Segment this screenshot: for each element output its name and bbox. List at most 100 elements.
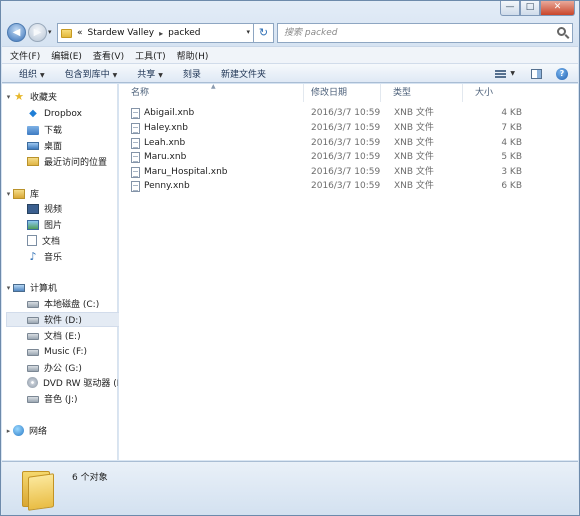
column-header-size[interactable]: 大小	[463, 84, 523, 102]
recent-places-icon	[27, 157, 39, 166]
menu-tools[interactable]: 工具(T)	[135, 49, 166, 62]
chevron-down-icon[interactable]: ▾	[4, 190, 13, 198]
file-name: Abigail.xnb	[144, 108, 195, 118]
window-controls: — □ ✕	[500, 1, 575, 16]
file-name: Penny.xnb	[144, 181, 190, 191]
address-row: ◀ ▶ ▾ « Stardew Valley ▸ packed ▾ ↻ 搜索 p…	[7, 21, 577, 45]
file-size: 4 KB	[501, 108, 522, 118]
file-size: 3 KB	[501, 167, 522, 177]
file-date: 2016/3/7 10:59	[311, 167, 381, 177]
include-in-library-button[interactable]: 包含到库中 ▼	[65, 67, 118, 80]
menu-file[interactable]: 文件(F)	[10, 49, 40, 62]
sidebar-group-favorites[interactable]: ▾ ★ 收藏夹	[4, 89, 120, 104]
file-name: Maru.xnb	[144, 152, 187, 162]
table-row[interactable]: Maru_Hospital.xnb 2016/3/7 10:59 XNB 文件 …	[119, 165, 539, 180]
close-button[interactable]: ✕	[540, 1, 575, 16]
chevron-down-icon[interactable]: ▾	[4, 284, 13, 292]
file-date: 2016/3/7 10:59	[311, 152, 381, 162]
breadcrumb-stardew-valley[interactable]: Stardew Valley	[88, 28, 155, 38]
file-date: 2016/3/7 10:59	[311, 138, 381, 148]
video-library-icon	[27, 203, 39, 214]
sidebar-group-libraries[interactable]: ▾ 库	[4, 186, 120, 201]
new-folder-button[interactable]: 新建文件夹	[221, 67, 266, 80]
hard-drive-icon	[27, 333, 39, 340]
document-library-icon	[27, 235, 37, 246]
details-pane: 6 个对象	[2, 461, 578, 515]
menu-edit[interactable]: 编辑(E)	[51, 49, 82, 62]
menu-view[interactable]: 查看(V)	[93, 49, 124, 62]
file-name: Maru_Hospital.xnb	[144, 167, 228, 177]
hard-drive-icon	[27, 317, 39, 324]
address-dropdown-icon[interactable]: ▾	[246, 28, 250, 36]
refresh-button[interactable]: ↻	[254, 23, 274, 43]
sidebar-group-computer[interactable]: ▾ 计算机	[4, 280, 120, 295]
file-name: Haley.xnb	[144, 123, 188, 133]
hard-drive-icon	[27, 396, 39, 403]
share-button[interactable]: 共享 ▼	[137, 67, 163, 80]
file-type: XNB 文件	[394, 152, 434, 162]
view-dropdown-icon[interactable]: ▼	[510, 70, 515, 77]
file-date: 2016/3/7 10:59	[311, 123, 381, 133]
file-type: XNB 文件	[394, 108, 434, 118]
file-type: XNB 文件	[394, 167, 434, 177]
file-icon	[131, 138, 140, 149]
file-icon	[131, 181, 140, 192]
file-size: 4 KB	[501, 138, 522, 148]
downloads-folder-icon	[27, 125, 39, 135]
breadcrumb-packed[interactable]: packed	[168, 28, 200, 38]
hard-drive-icon	[27, 301, 39, 308]
file-icon	[131, 108, 140, 119]
address-bar[interactable]: « Stardew Valley ▸ packed ▾	[57, 23, 254, 43]
column-header-name[interactable]: ▲ 名称	[119, 83, 304, 102]
organize-button[interactable]: 组织 ▼	[19, 67, 45, 80]
file-type: XNB 文件	[394, 123, 434, 133]
burn-button[interactable]: 刻录	[183, 67, 201, 80]
sidebar-item-dvd-drive[interactable]: DVD RW 驱动器 (H:	[27, 375, 118, 390]
explorer-window: — □ ✕ ◀ ▶ ▾ « Stardew Valley ▸ packed ▾ …	[0, 0, 580, 516]
help-icon[interactable]: ?	[556, 67, 568, 80]
item-count: 6 个对象	[72, 473, 108, 483]
table-row[interactable]: Haley.xnb 2016/3/7 10:59 XNB 文件 7 KB	[119, 121, 539, 136]
file-list: ▲ 名称 修改日期 类型 大小 Abigail.xnb 2016/3/7 10:…	[119, 83, 578, 460]
library-icon	[13, 188, 25, 199]
change-view-icon[interactable]	[495, 69, 507, 78]
file-date: 2016/3/7 10:59	[311, 181, 381, 191]
star-icon: ★	[14, 90, 24, 103]
command-bar: 组织 ▼ 包含到库中 ▼ 共享 ▼ 刻录 新建文件夹 ▼ ?	[2, 63, 578, 83]
forward-button[interactable]: ▶	[28, 23, 47, 42]
folder-icon	[20, 469, 56, 511]
picture-library-icon	[27, 219, 39, 230]
back-button[interactable]: ◀	[7, 23, 26, 42]
file-type: XNB 文件	[394, 181, 434, 191]
sidebar-item-drive-d[interactable]: 软件 (D:)	[6, 312, 122, 327]
chevron-down-icon[interactable]: ▾	[4, 93, 13, 101]
dropbox-icon: ◆	[29, 108, 37, 119]
chevron-right-icon[interactable]: ▸	[4, 427, 13, 435]
menu-bar: 文件(F) 编辑(E) 查看(V) 工具(T) 帮助(H)	[2, 46, 578, 63]
dvd-drive-icon	[27, 377, 38, 388]
file-size: 5 KB	[501, 152, 522, 162]
recent-pages-dropdown[interactable]: ▾	[48, 28, 52, 36]
breadcrumb-separator[interactable]: ▸	[159, 29, 163, 38]
minimize-button[interactable]: —	[500, 1, 520, 16]
file-date: 2016/3/7 10:59	[311, 108, 381, 118]
file-size: 7 KB	[501, 123, 522, 133]
breadcrumb-overflow[interactable]: «	[77, 28, 83, 38]
search-icon[interactable]	[557, 25, 566, 36]
sidebar-group-network[interactable]: ▸ 网络	[4, 423, 120, 438]
preview-pane-icon[interactable]	[531, 68, 542, 79]
file-name: Leah.xnb	[144, 138, 186, 148]
file-icon	[131, 123, 140, 134]
table-row[interactable]: Leah.xnb 2016/3/7 10:59 XNB 文件 4 KB	[119, 136, 539, 151]
desktop-icon	[27, 142, 39, 150]
table-row[interactable]: Abigail.xnb 2016/3/7 10:59 XNB 文件 4 KB	[119, 106, 539, 121]
sort-ascending-icon: ▲	[211, 83, 216, 90]
menu-help[interactable]: 帮助(H)	[177, 49, 209, 62]
maximize-button[interactable]: □	[520, 1, 540, 16]
table-row[interactable]: Penny.xnb 2016/3/7 10:59 XNB 文件 6 KB	[119, 179, 539, 194]
table-row[interactable]: Maru.xnb 2016/3/7 10:59 XNB 文件 5 KB	[119, 150, 539, 165]
column-header-type[interactable]: 类型	[381, 84, 463, 102]
computer-icon	[13, 284, 25, 292]
column-header-date[interactable]: 修改日期	[299, 84, 381, 102]
search-input[interactable]: 搜索 packed	[277, 23, 573, 43]
